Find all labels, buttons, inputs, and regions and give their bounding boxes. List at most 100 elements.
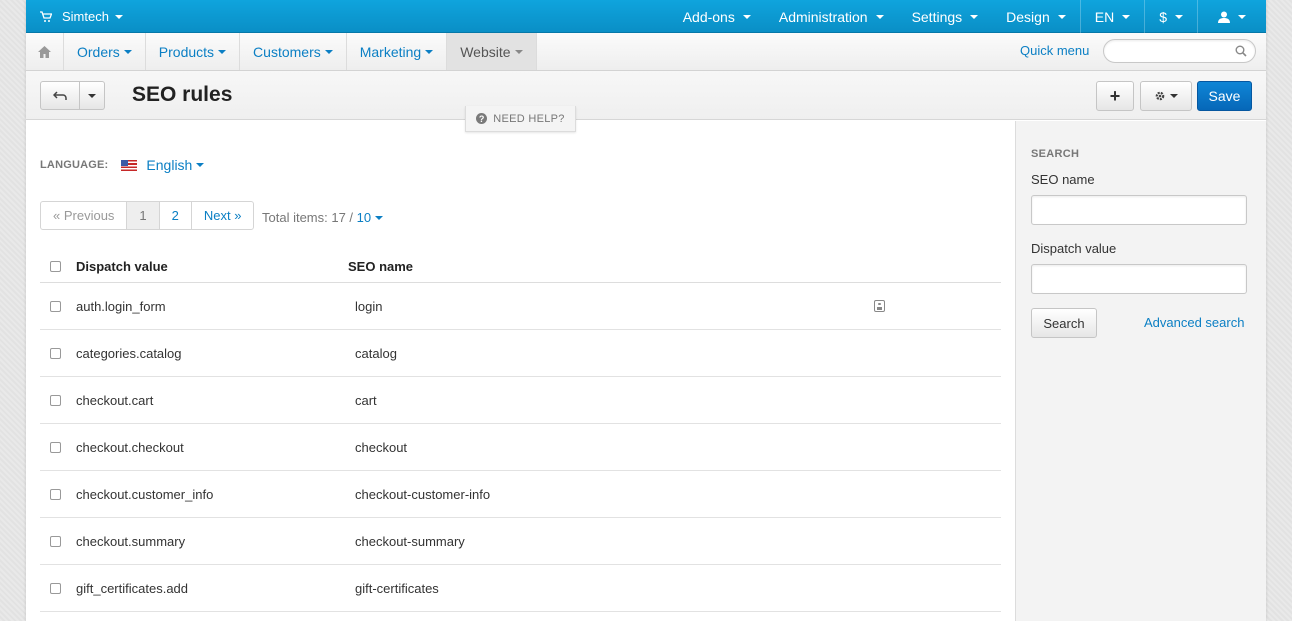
menu-settings[interactable]: Settings: [898, 0, 993, 33]
brand-dropdown[interactable]: Simtech: [62, 9, 123, 24]
nav-products[interactable]: Products: [146, 33, 241, 70]
dispatch-value: auth.login_form: [76, 298, 166, 314]
currency-menu[interactable]: $: [1145, 0, 1197, 33]
main-nav: Orders Products Customers Marketing Webs…: [26, 33, 1266, 71]
menu-administration[interactable]: Administration: [765, 0, 898, 33]
total-items: Total items: 17 / 10: [262, 210, 384, 225]
quick-menu-link[interactable]: Quick menu: [1020, 43, 1089, 58]
seo-name: checkout-customer-info: [355, 486, 491, 502]
total-items-label: Total items: 17 /: [262, 210, 354, 225]
home-button[interactable]: [26, 33, 64, 70]
table-header: Dispatch value SEO name: [40, 250, 1001, 283]
nav-marketing[interactable]: Marketing: [347, 33, 448, 70]
dispatch-value-label: Dispatch value: [1031, 241, 1117, 256]
currency-menu-label: $: [1159, 8, 1167, 25]
column-header-seo-name[interactable]: SEO name: [348, 259, 413, 274]
table-row: checkout.checkout checkout: [40, 424, 1001, 471]
global-search-input[interactable]: [1104, 40, 1224, 62]
seo-name-input[interactable]: [1031, 195, 1247, 225]
nav-products-label: Products: [158, 43, 215, 60]
language-label: LANGUAGE:: [40, 159, 109, 171]
search-icon[interactable]: [1235, 45, 1247, 57]
dispatch-value-input[interactable]: [1031, 264, 1247, 294]
us-flag-icon: [121, 159, 138, 171]
chevron-down-icon: [88, 93, 96, 98]
chevron-down-icon: [1057, 14, 1066, 19]
chevron-down-icon: [196, 163, 205, 167]
chevron-down-icon: [1122, 14, 1131, 19]
pagination-page-2[interactable]: 2: [160, 202, 192, 229]
row-checkbox[interactable]: [50, 535, 61, 547]
settings-dropdown-button[interactable]: [1140, 81, 1192, 111]
chevron-down-icon: [970, 14, 979, 19]
select-all-checkbox[interactable]: [50, 260, 61, 272]
back-arrow-icon: [53, 90, 67, 100]
chevron-down-icon: [1238, 14, 1246, 19]
row-checkbox[interactable]: [50, 488, 61, 500]
user-icon: [1218, 11, 1230, 23]
language-dropdown[interactable]: English: [146, 157, 205, 173]
page-header: SEO rules + Save: [26, 71, 1266, 120]
chevron-down-icon: [514, 49, 523, 54]
dispatch-value: checkout.summary: [76, 533, 186, 549]
cart-icon: [40, 10, 52, 22]
pagination-previous[interactable]: « Previous: [41, 202, 128, 229]
pagination: « Previous 1 2 Next »: [40, 201, 255, 230]
user-menu[interactable]: [1198, 0, 1266, 33]
language-value: English: [146, 157, 193, 173]
pagination-page-1[interactable]: 1: [127, 202, 160, 229]
admin-window: Simtech Add-ons Administration Settings …: [26, 0, 1266, 621]
table-row: checkout.summary checkout-summary: [40, 518, 1001, 565]
seo-name: cart: [355, 392, 377, 408]
sidebar-title: SEARCH: [1031, 148, 1080, 160]
advanced-search-link[interactable]: Advanced search: [1144, 315, 1244, 330]
menu-administration-label: Administration: [778, 8, 868, 25]
chevron-down-icon: [123, 49, 132, 54]
add-button[interactable]: +: [1096, 81, 1134, 111]
language-selector: LANGUAGE: English: [40, 157, 205, 173]
table-row: checkout.customer_info checkout-customer…: [40, 471, 1001, 518]
menu-design[interactable]: Design: [992, 0, 1080, 33]
main-content: LANGUAGE: English « Previous 1 2 Next » …: [26, 121, 1015, 621]
back-dropdown-button[interactable]: [80, 81, 105, 110]
seo-rules-table: Dispatch value SEO name auth.login_form …: [40, 250, 1001, 612]
back-button[interactable]: [40, 81, 80, 110]
nav-customers-label: Customers: [253, 43, 321, 60]
menu-addons[interactable]: Add-ons: [669, 0, 765, 33]
chevron-down-icon: [875, 14, 884, 19]
brand[interactable]: Simtech: [40, 0, 123, 33]
save-button[interactable]: Save: [1197, 81, 1252, 111]
global-search: [1103, 39, 1256, 63]
column-header-dispatch[interactable]: Dispatch value: [76, 259, 168, 274]
row-checkbox[interactable]: [50, 394, 61, 406]
chevron-down-icon: [425, 49, 434, 54]
language-menu[interactable]: EN: [1081, 0, 1144, 33]
pagination-next[interactable]: Next »: [192, 202, 254, 229]
nav-customers[interactable]: Customers: [240, 33, 347, 70]
chevron-down-icon: [742, 14, 751, 19]
menu-settings-label: Settings: [911, 8, 963, 25]
chevron-down-icon: [114, 14, 123, 19]
seo-name: checkout: [355, 439, 408, 455]
language-menu-label: EN: [1094, 8, 1115, 25]
dispatch-value: checkout.cart: [76, 392, 154, 408]
search-button[interactable]: Search: [1031, 308, 1097, 338]
row-checkbox[interactable]: [50, 347, 61, 359]
table-row: gift_certificates.add gift-certificates: [40, 565, 1001, 612]
items-per-page-dropdown[interactable]: 10: [357, 210, 384, 225]
seo-name: gift-certificates: [355, 580, 439, 596]
nav-website[interactable]: Website: [447, 33, 537, 70]
edit-icon[interactable]: [874, 300, 885, 312]
row-checkbox[interactable]: [50, 300, 61, 312]
search-sidebar: SEARCH SEO name Dispatch value Search Ad…: [1015, 121, 1266, 621]
nav-marketing-label: Marketing: [359, 43, 422, 60]
row-checkbox[interactable]: [50, 441, 61, 453]
nav-orders-label: Orders: [77, 43, 120, 60]
nav-orders[interactable]: Orders: [64, 33, 146, 70]
chevron-down-icon: [375, 215, 384, 220]
row-checkbox[interactable]: [50, 582, 61, 594]
dispatch-value: checkout.checkout: [76, 439, 184, 455]
back-button-group: [40, 81, 105, 110]
seo-name: checkout-summary: [355, 533, 465, 549]
brand-name: Simtech: [62, 9, 109, 24]
